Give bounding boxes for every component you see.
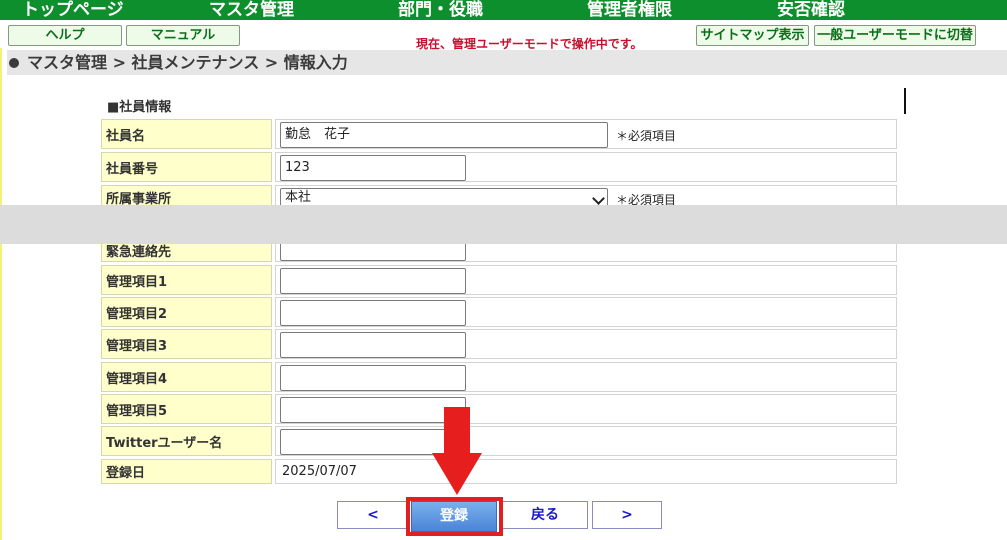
employee-name-cell: 勤怠 花子 ＊必須項目 [275,119,897,149]
breadcrumb: マスタ管理 > 社員メンテナンス > 情報入力 [7,50,1007,75]
overlay-band [0,205,1007,244]
registered-date-value: 2025/07/07 [282,464,357,479]
management-item-1-label: 管理項目1 [101,265,272,295]
management-item-1-input[interactable] [280,268,466,294]
bullet-icon [9,57,19,68]
management-item-3-label: 管理項目3 [101,329,272,359]
nav-item-safety[interactable]: 安否確認 [777,0,845,20]
highlight-box [406,497,503,536]
back-button[interactable]: 戻る [502,501,588,529]
management-item-3-input[interactable] [280,332,466,358]
twitter-cell [275,426,897,456]
divider-line [904,88,906,114]
employee-number-cell: 123 [275,152,897,182]
management-item-5-cell [275,394,897,424]
employee-number-label: 社員番号 [101,152,272,182]
management-item-2-label: 管理項目2 [101,297,272,327]
next-button[interactable]: > [592,501,662,529]
office-selected: 本社 [285,190,312,205]
management-item-4-cell [275,362,897,392]
twitter-label: Twitterユーザー名 [101,426,272,456]
required-note: ＊必須項目 [616,129,677,143]
management-item-4-label: 管理項目4 [101,362,272,392]
employee-name-input[interactable]: 勤怠 花子 [280,122,608,148]
nav-item-top[interactable]: トップページ [22,0,124,20]
management-item-1-cell [275,265,897,295]
manual-button[interactable]: マニュアル [126,25,240,46]
red-arrow-icon [432,407,482,495]
section-title: ■社員情報 [107,100,172,115]
prev-button[interactable]: < [337,501,409,529]
management-item-5-label: 管理項目5 [101,394,272,424]
switch-user-mode-button[interactable]: 一般ユーザーモードに切替 [814,25,976,46]
nav-item-department[interactable]: 部門・役職 [398,0,483,20]
top-navigation: トップページ マスタ管理 部門・役職 管理者権限 安否確認 [0,0,1007,20]
sitemap-button[interactable]: サイトマップ表示 [696,25,809,46]
chevron-down-icon [592,192,605,205]
help-button[interactable]: ヘルプ [8,25,122,46]
management-item-2-input[interactable] [280,300,466,326]
breadcrumb-text: マスタ管理 > 社員メンテナンス > 情報入力 [27,53,348,72]
employee-number-input[interactable]: 123 [280,155,466,181]
management-item-2-cell [275,297,897,327]
management-item-4-input[interactable] [280,365,466,391]
management-item-3-cell [275,329,897,359]
nav-item-admin[interactable]: 管理者権限 [587,0,672,20]
nav-item-master[interactable]: マスタ管理 [209,0,294,20]
registered-date-label: 登録日 [101,459,272,484]
registered-date-cell: 2025/07/07 [275,459,897,484]
left-edge-line [0,20,2,540]
employee-name-label: 社員名 [101,119,272,149]
